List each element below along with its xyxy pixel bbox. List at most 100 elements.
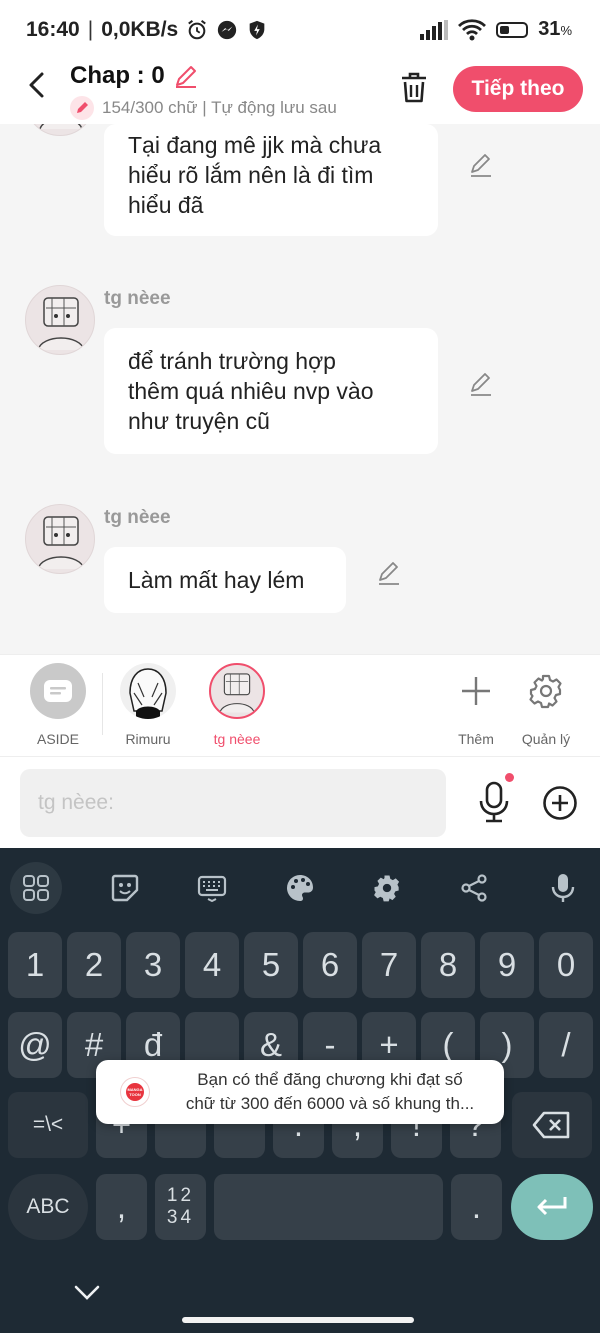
message-line: như truyện cũ: [128, 408, 270, 434]
key[interactable]: 1: [8, 932, 62, 998]
input-row: [0, 756, 600, 848]
word-count-status: 154/300 chữ | Tự động lưu sau: [102, 98, 337, 117]
toast-line: chữ từ 300 đến 6000 và số khung th...: [185, 1094, 475, 1113]
battery-icon: [496, 21, 529, 38]
numpad-top: 12: [166, 1185, 195, 1206]
status-bar: 16:40 | 0,0KB/s 31%: [0, 0, 600, 60]
symbols-key[interactable]: =\<: [8, 1092, 88, 1158]
message-bubble[interactable]: để tránh trường hợp thêm quá nhiêu nvp v…: [104, 328, 438, 454]
home-indicator[interactable]: [182, 1317, 414, 1323]
message-line: hiểu đã: [128, 192, 204, 218]
chevron-down-icon[interactable]: [72, 1281, 102, 1303]
trash-icon[interactable]: [398, 70, 430, 104]
avatar[interactable]: [25, 504, 95, 574]
app-logo-icon: MANGA TOON: [120, 1077, 150, 1107]
next-button[interactable]: Tiếp theo: [453, 66, 583, 112]
toast-line: Bạn có thể đăng chương khi đạt số: [197, 1070, 463, 1089]
wifi-icon: [458, 18, 487, 40]
header: Chap : 0 154/300 chữ | Tự động lưu sau T…: [0, 60, 600, 124]
share-icon[interactable]: [448, 862, 500, 914]
add-character-button[interactable]: Thêm: [448, 663, 504, 747]
status-speed: 0,0KB/s: [101, 18, 179, 41]
key[interactable]: 6: [303, 932, 357, 998]
message-bubble[interactable]: Tại đang mê jjk mà chưa hiểu rõ lắm nên …: [104, 124, 438, 236]
message-input[interactable]: [20, 769, 446, 837]
add-circle-icon[interactable]: [542, 785, 578, 821]
battery-percent: 31: [538, 18, 561, 40]
edit-message-icon[interactable]: [468, 371, 494, 397]
edit-message-icon[interactable]: [376, 560, 402, 586]
space-key[interactable]: [214, 1174, 443, 1240]
manage-characters-button[interactable]: Quản lý: [518, 663, 574, 747]
palette-icon[interactable]: [274, 862, 326, 914]
message-line: để tránh trường hợp: [128, 348, 336, 374]
key[interactable]: 5: [244, 932, 298, 998]
divider: [102, 673, 103, 735]
grid-icon[interactable]: [10, 862, 62, 914]
chat-area: Tại đang mê jjk mà chưa hiểu rõ lắm nên …: [0, 124, 600, 654]
gear-icon[interactable]: [361, 862, 413, 914]
mic-icon[interactable]: [537, 862, 589, 914]
key[interactable]: /: [539, 1012, 593, 1078]
key[interactable]: 2: [67, 932, 121, 998]
key[interactable]: 0: [539, 932, 593, 998]
sender-name: tg nèee: [104, 288, 171, 309]
back-arrow-icon[interactable]: [22, 70, 52, 100]
signal-icon: [420, 19, 449, 40]
gear-icon: [518, 663, 574, 719]
messenger-icon: [218, 20, 237, 40]
message-line: Tại đang mê jjk mà chưa: [128, 132, 382, 158]
key[interactable]: 3: [126, 932, 180, 998]
add-label: Thêm: [458, 731, 494, 747]
character-label-selected: tg nèee: [213, 731, 261, 747]
message-line: Làm mất hay lém: [128, 567, 305, 593]
period-key[interactable]: .: [451, 1174, 502, 1240]
comma-key[interactable]: ,: [96, 1174, 147, 1240]
logo-text: MANGA TOON: [127, 1087, 143, 1097]
edit-message-icon[interactable]: [468, 152, 494, 178]
toast-notification: MANGA TOON Bạn có thể đăng chương khi đạ…: [96, 1060, 504, 1124]
chapter-title: Chap : 0: [70, 62, 165, 89]
enter-key[interactable]: [511, 1174, 593, 1240]
key[interactable]: @: [8, 1012, 62, 1078]
chapter-subtitle-row: 154/300 chữ | Tự động lưu sau: [70, 96, 370, 120]
navigation-bar: [0, 1271, 600, 1333]
key[interactable]: 8: [421, 932, 475, 998]
battery-percent-sign: %: [560, 23, 572, 38]
enter-icon: [537, 1197, 567, 1216]
numpad-bottom: 34: [166, 1207, 195, 1228]
numpad-key[interactable]: 12 34: [155, 1174, 206, 1240]
message-line: thêm quá nhiêu nvp vào: [128, 378, 374, 404]
avatar[interactable]: [25, 285, 95, 355]
key[interactable]: 7: [362, 932, 416, 998]
status-separator: |: [87, 18, 94, 41]
backspace-icon: [532, 1111, 570, 1139]
character-rimuru[interactable]: Rimuru: [120, 663, 176, 747]
message-bubble[interactable]: Làm mất hay lém: [104, 547, 346, 613]
key[interactable]: 9: [480, 932, 534, 998]
backspace-key[interactable]: [512, 1092, 592, 1158]
message-line: hiểu rõ lắm nên là đi tìm: [128, 162, 374, 188]
pencil-icon[interactable]: [173, 63, 199, 89]
character-tg-neee[interactable]: tg nèee: [209, 663, 265, 747]
alarm-icon: [188, 20, 207, 40]
character-bar: ASIDE Rimuru tg nèee Thêm Quản lý: [0, 654, 600, 756]
key[interactable]: 4: [185, 932, 239, 998]
avatar: [209, 663, 265, 719]
manage-label: Quản lý: [521, 731, 571, 747]
chapter-title-row[interactable]: Chap : 0: [70, 62, 199, 90]
small-pen-icon: [70, 96, 94, 120]
mic-icon[interactable]: [476, 781, 512, 823]
status-time: 16:40: [26, 18, 80, 41]
character-label: Rimuru: [125, 731, 171, 747]
character-aside[interactable]: ASIDE: [30, 663, 86, 747]
sticker-icon[interactable]: [99, 862, 151, 914]
plus-icon: [448, 663, 504, 719]
avatar: [120, 663, 176, 719]
avatar[interactable]: [25, 124, 95, 136]
abc-key[interactable]: ABC: [8, 1174, 88, 1240]
sender-name: tg nèee: [104, 507, 171, 528]
aside-icon: [30, 663, 86, 719]
character-label: ASIDE: [36, 731, 79, 747]
keyboard-icon[interactable]: [186, 862, 238, 914]
